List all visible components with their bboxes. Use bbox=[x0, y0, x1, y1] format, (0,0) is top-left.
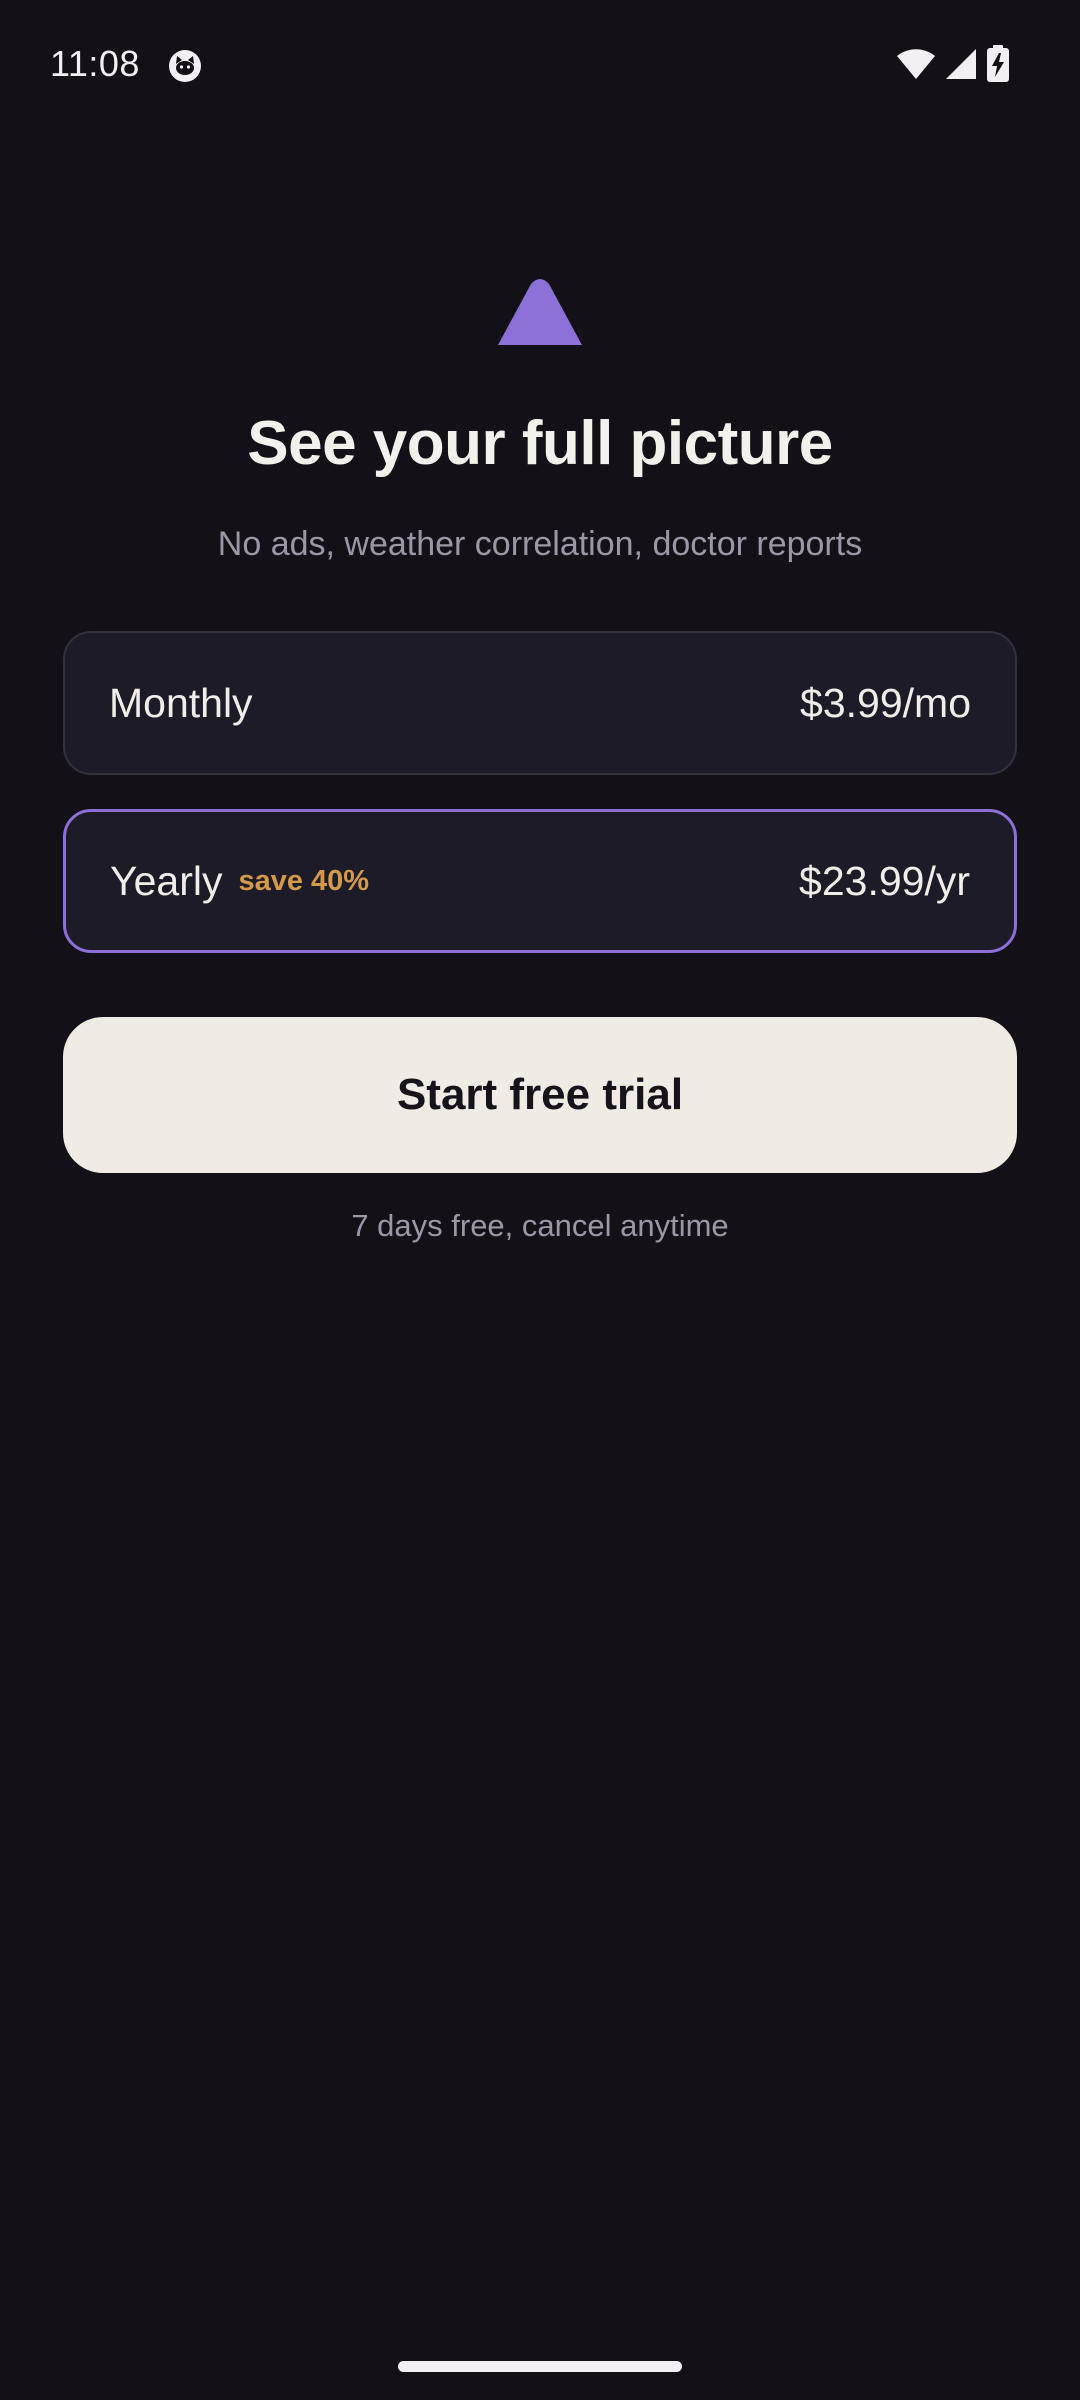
home-indicator[interactable] bbox=[398, 2361, 682, 2372]
plan-monthly-label-group: Monthly bbox=[109, 680, 253, 727]
status-bar: 11:08 bbox=[0, 0, 1080, 130]
trial-note: 7 days free, cancel anytime bbox=[351, 1208, 729, 1243]
cat-face-icon bbox=[169, 50, 201, 82]
cellular-signal-icon bbox=[946, 49, 976, 79]
plan-option-monthly[interactable]: Monthly $3.99/mo bbox=[63, 631, 1017, 775]
page-subtitle: No ads, weather correlation, doctor repo… bbox=[217, 525, 863, 563]
start-free-trial-label: Start free trial bbox=[396, 1070, 684, 1119]
plan-name: Yearly bbox=[110, 857, 223, 904]
plan-price: $23.99/yr bbox=[799, 857, 970, 904]
battery-charging-icon bbox=[987, 45, 1009, 82]
plan-yearly-label-group: Yearly save 40% bbox=[110, 858, 369, 905]
status-icons bbox=[896, 44, 1010, 84]
page-title: See your full picture bbox=[247, 409, 833, 478]
triangle-logo-icon bbox=[498, 279, 582, 345]
wifi-icon bbox=[897, 49, 935, 79]
plan-price: $3.99/mo bbox=[800, 679, 971, 726]
plan-option-yearly[interactable]: Yearly save 40% $23.99/yr bbox=[63, 809, 1017, 953]
plan-name: Monthly bbox=[109, 679, 253, 726]
savings-badge: save 40% bbox=[238, 864, 370, 897]
start-free-trial-button[interactable]: Start free trial bbox=[63, 1017, 1017, 1173]
status-time: 11:08 bbox=[50, 43, 140, 84]
